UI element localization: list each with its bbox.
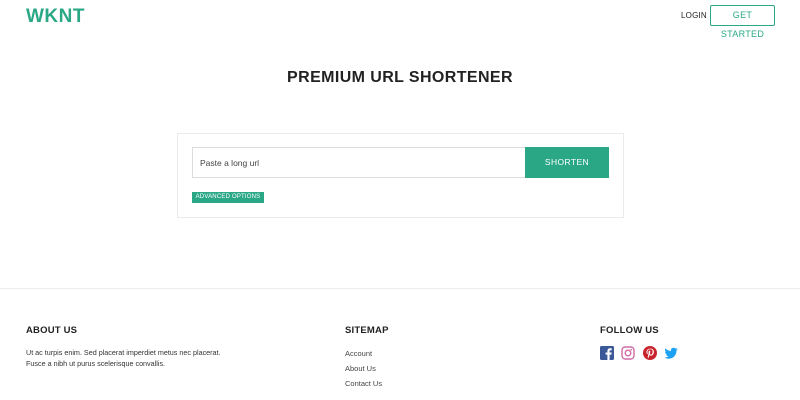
sitemap-link-contact-us[interactable]: Contact Us bbox=[345, 379, 382, 388]
about-us-line-1: Ut ac turpis enim. Sed placerat imperdie… bbox=[26, 348, 221, 357]
twitter-icon[interactable] bbox=[664, 346, 678, 360]
sitemap-link-about-us[interactable]: About Us bbox=[345, 364, 376, 373]
login-link[interactable]: LOGIN bbox=[681, 11, 707, 20]
shorten-button[interactable]: SHORTEN bbox=[525, 147, 609, 178]
about-us-text: Ut ac turpis enim. Sed placerat imperdie… bbox=[26, 347, 246, 369]
facebook-icon[interactable] bbox=[600, 346, 614, 360]
instagram-icon[interactable] bbox=[621, 346, 635, 360]
advanced-options-button[interactable]: ADVANCED OPTIONS bbox=[192, 192, 264, 203]
top-navbar: WKNT LOGIN GET STARTED bbox=[0, 0, 800, 39]
pinterest-icon[interactable] bbox=[643, 346, 657, 360]
sitemap-link-account[interactable]: Account bbox=[345, 349, 372, 358]
url-input[interactable] bbox=[192, 147, 526, 178]
sitemap-title: SITEMAP bbox=[345, 325, 389, 336]
logo[interactable]: WKNT bbox=[26, 6, 85, 28]
page-title: PREMIUM URL SHORTENER bbox=[287, 69, 513, 86]
about-us-title: ABOUT US bbox=[26, 325, 78, 336]
follow-us-title: FOLLOW US bbox=[600, 325, 659, 336]
get-started-button[interactable]: GET STARTED bbox=[710, 5, 775, 39]
footer-divider bbox=[0, 288, 800, 289]
about-us-line-2: Fusce a nibh ut purus scelerisque conval… bbox=[26, 359, 166, 368]
